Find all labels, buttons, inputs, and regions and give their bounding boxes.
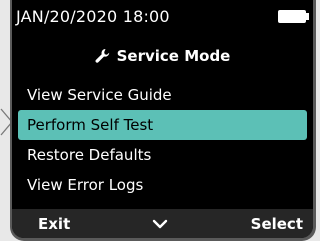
- exit-button[interactable]: Exit: [38, 215, 70, 233]
- menu-item-perform-self-test[interactable]: Perform Self Test: [18, 110, 307, 140]
- title-text: Service Mode: [116, 47, 231, 65]
- menu-item-view-error-logs[interactable]: View Error Logs: [12, 170, 313, 200]
- wrench-icon: [95, 49, 109, 63]
- status-bar: JAN/20/2020 18:00: [12, 0, 313, 33]
- device-bezel: JAN/20/2020 18:00 Service Mode View Serv…: [10, 0, 316, 241]
- battery-tip: [306, 13, 309, 20]
- battery-icon: [278, 10, 306, 23]
- device-screen: JAN/20/2020 18:00 Service Mode View Serv…: [12, 0, 313, 238]
- chevron-down-icon[interactable]: [152, 218, 168, 230]
- service-menu: View Service Guide Perform Self Test Res…: [12, 80, 313, 200]
- datetime: JAN/20/2020 18:00: [16, 7, 170, 26]
- select-button[interactable]: Select: [251, 215, 303, 233]
- menu-item-restore-defaults[interactable]: Restore Defaults: [12, 140, 313, 170]
- page-title: Service Mode: [12, 44, 313, 68]
- menu-item-view-service-guide[interactable]: View Service Guide: [12, 80, 313, 110]
- softkey-bar: Exit Select: [12, 209, 313, 238]
